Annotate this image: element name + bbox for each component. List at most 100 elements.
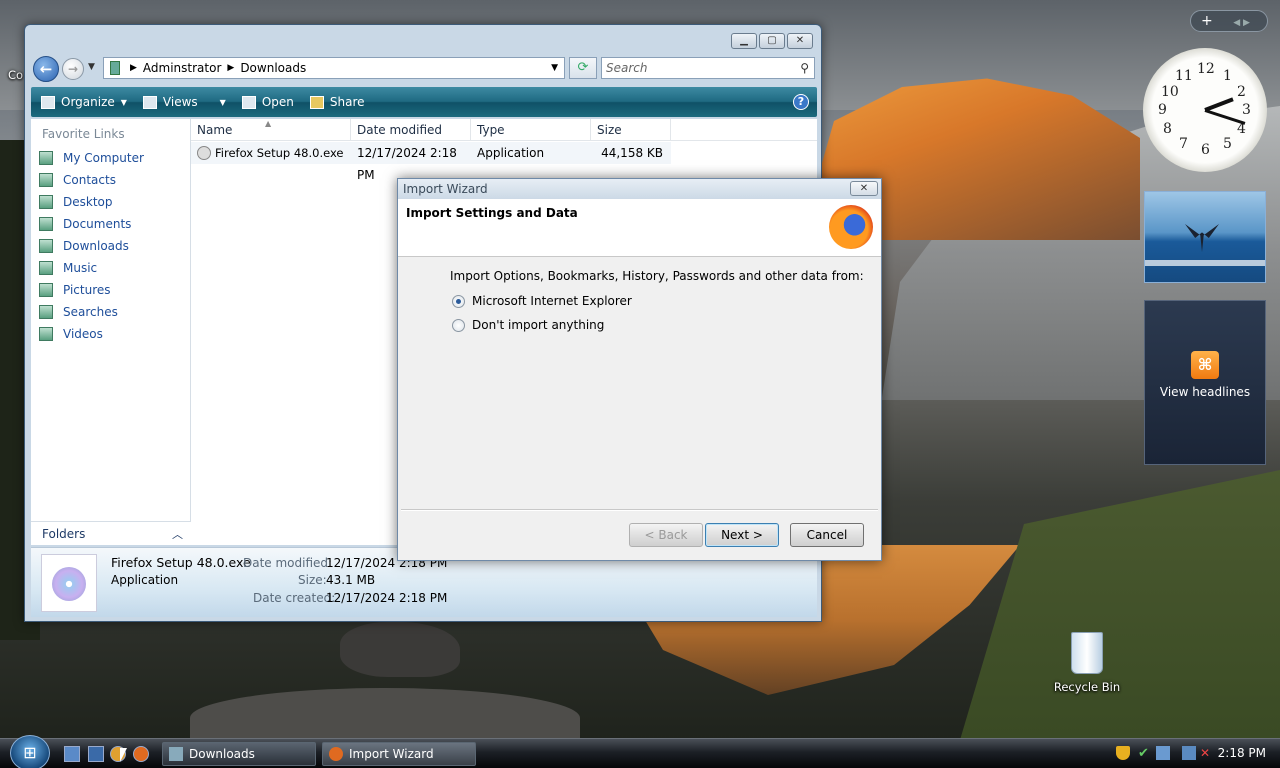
folders-toggle[interactable]: Folders ︿ [31, 521, 191, 545]
clock-gadget[interactable]: 12 1 2 3 4 5 6 7 8 9 10 11 [1143, 48, 1267, 172]
sidebar-item-label: Videos [63, 327, 103, 341]
breadcrumb-downloads[interactable]: Downloads [240, 61, 306, 75]
sidebar-item-documents[interactable]: Documents [31, 213, 190, 235]
recycle-bin-icon[interactable]: Recycle Bin [1052, 632, 1122, 694]
security-shield-icon[interactable] [1116, 746, 1130, 760]
recent-pages-dropdown[interactable]: ▼ [88, 62, 95, 72]
sidebar-add-gadget-button[interactable]: + ◀ ▶ [1190, 10, 1268, 32]
sidebar-item-label: Downloads [63, 239, 129, 253]
start-button[interactable]: ⊞ [10, 735, 50, 768]
maximize-button[interactable]: ▢ [759, 33, 785, 49]
back-button[interactable]: < Back [629, 523, 703, 547]
sidebar-item-my-computer[interactable]: My Computer [31, 147, 190, 169]
switch-windows-icon[interactable] [88, 746, 104, 762]
wizard-close-button[interactable]: ✕ [850, 181, 878, 196]
next-button[interactable]: Next > [705, 523, 779, 547]
sidebar-item-searches[interactable]: Searches [31, 301, 190, 323]
sidebar-item-music[interactable]: Music [31, 257, 190, 279]
search-icon[interactable]: ⚲ [800, 58, 809, 78]
check-icon[interactable]: ✔ [1138, 746, 1152, 761]
sidebar-item-desktop[interactable]: Desktop [31, 191, 190, 213]
favorite-links-heading: Favorite Links [42, 127, 125, 141]
sidebar-item-videos[interactable]: Videos [31, 323, 190, 345]
views-button[interactable]: Views ▼ [142, 95, 226, 109]
help-icon[interactable]: ? [793, 94, 809, 110]
breadcrumb-separator-icon: ▶ [130, 63, 137, 73]
back-button[interactable]: ← [33, 56, 59, 82]
search-input[interactable]: Search ⚲ [601, 57, 815, 79]
address-dropdown-icon[interactable]: ▼ [551, 63, 558, 73]
details-filename: Firefox Setup 48.0.exe [111, 555, 251, 570]
rss-icon: ⌘ [1191, 351, 1219, 379]
firefox-icon[interactable] [133, 746, 149, 762]
share-button[interactable]: Share [309, 95, 365, 109]
share-icon [309, 95, 324, 109]
close-button[interactable]: ✕ [787, 33, 813, 49]
breadcrumb-adminstrator[interactable]: Adminstrator [143, 61, 221, 75]
radio-unselected-icon[interactable] [452, 318, 465, 332]
documents-icon [39, 217, 53, 231]
recycle-bin-glyph [1071, 632, 1103, 674]
wizard-titlebar[interactable]: Import Wizard ✕ [398, 179, 881, 199]
address-bar[interactable]: ▶ Adminstrator ▶ Downloads ▼ [103, 57, 565, 79]
task-import-wizard[interactable]: Import Wizard [322, 742, 476, 766]
option-internet-explorer[interactable]: Microsoft Internet Explorer [452, 294, 632, 308]
task-label: Import Wizard [349, 747, 434, 761]
sidebar-item-contacts[interactable]: Contacts [31, 169, 190, 191]
pictures-icon [39, 283, 53, 297]
organize-button[interactable]: Organize ▼ [41, 95, 127, 109]
organize-icon [41, 95, 55, 109]
option-dont-import[interactable]: Don't import anything [452, 318, 604, 332]
view-headlines-label[interactable]: View headlines [1160, 385, 1250, 399]
show-desktop-icon[interactable] [64, 746, 80, 762]
sidebar-item-label: Desktop [63, 195, 113, 209]
cancel-button[interactable]: Cancel [790, 523, 864, 547]
desktop-icon [39, 195, 53, 209]
volume-muted-icon[interactable]: ✕ [1200, 746, 1214, 760]
installer-disc-icon [52, 567, 86, 601]
network-status-icon[interactable] [1182, 746, 1196, 760]
sidebar-item-downloads[interactable]: Downloads [31, 235, 190, 257]
mouse-cursor-icon [120, 748, 133, 762]
clock-number: 8 [1163, 121, 1172, 137]
desktop-icon-partial[interactable]: Co [8, 68, 23, 82]
details-date-created-label: Date created: [253, 591, 336, 605]
open-icon [241, 95, 256, 109]
file-thumbnail [41, 554, 97, 612]
taskbar: ⊞ Downloads Import Wizard ✔ ✕ 2:18 PM [0, 735, 1280, 768]
explorer-titlebar[interactable]: ▁ ▢ ✕ [25, 25, 821, 51]
details-date-modified-label: Date modified: [243, 556, 333, 570]
feed-headlines-gadget[interactable]: ⌘ View headlines [1144, 300, 1266, 465]
forward-button[interactable]: → [62, 58, 84, 80]
radio-selected-icon[interactable] [452, 294, 465, 308]
column-header-type[interactable]: Type [471, 119, 591, 140]
clock-minute-hand [1204, 109, 1246, 125]
folder-icon [110, 61, 120, 75]
folder-icon [169, 747, 183, 761]
share-label: Share [329, 95, 365, 109]
details-size: 43.1 MB [326, 573, 376, 587]
table-row[interactable]: Firefox Setup 48.0.exe 12/17/2024 2:18 P… [191, 142, 671, 182]
refresh-button[interactable]: ⟳ [569, 57, 597, 79]
navigation-pane: Favorite Links My Computer Contacts Desk… [31, 119, 191, 545]
column-header-date-modified[interactable]: Date modified [351, 119, 471, 140]
option-label: Don't import anything [472, 318, 605, 332]
file-modified-cell: 12/17/2024 2:18 PM [357, 146, 457, 182]
wizard-separator [401, 509, 878, 511]
network-icon[interactable] [1156, 746, 1170, 760]
wizard-header: Import Settings and Data [398, 199, 881, 257]
sidebar-nav-icon[interactable]: ◀ ▶ [1233, 18, 1250, 28]
sidebar-item-pictures[interactable]: Pictures [31, 279, 190, 301]
import-wizard-dialog: Import Wizard ✕ Import Settings and Data… [397, 178, 882, 561]
minimize-button[interactable]: ▁ [731, 33, 757, 49]
views-icon [142, 95, 157, 109]
slideshow-gadget[interactable] [1144, 191, 1266, 283]
column-header-name[interactable]: ▲ Name [191, 119, 351, 140]
taskbar-clock[interactable]: 2:18 PM [1218, 746, 1266, 760]
open-button[interactable]: Open [241, 95, 294, 109]
search-placeholder: Search [606, 61, 648, 75]
task-downloads[interactable]: Downloads [162, 742, 316, 766]
column-header-size[interactable]: Size [591, 119, 671, 140]
command-toolbar: Organize ▼ Views ▼ Open Share ? [31, 87, 817, 117]
desktop-icon-partial-label: Co [8, 68, 24, 82]
